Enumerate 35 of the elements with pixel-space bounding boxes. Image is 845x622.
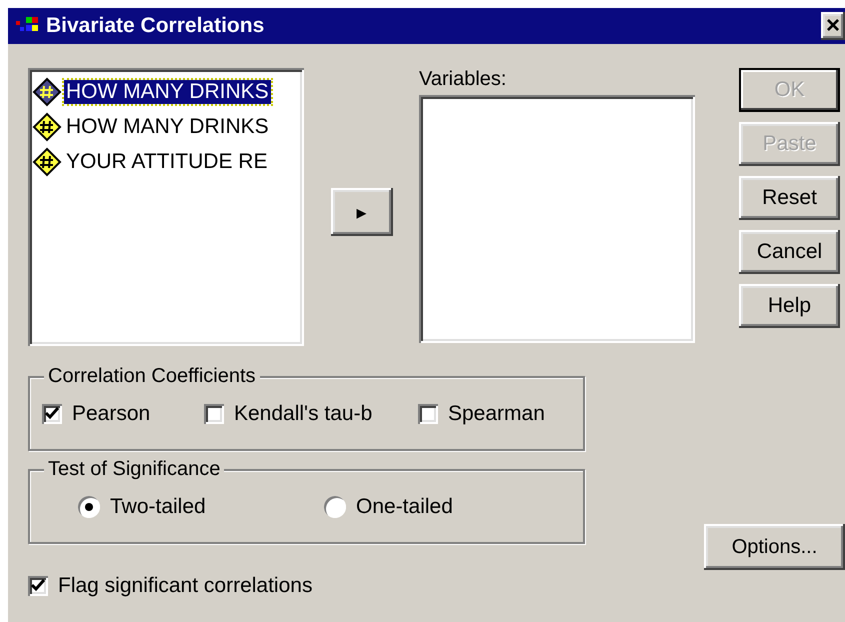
- dialog-button[interactable]: Cancel: [739, 230, 840, 274]
- move-arrow-button[interactable]: ▸: [330, 188, 392, 236]
- option-label: One-tailed: [356, 494, 453, 518]
- radio-option[interactable]: Two-tailed: [78, 494, 324, 518]
- checkbox[interactable]: [42, 404, 62, 424]
- option-label: Kendall's tau-b: [234, 402, 372, 426]
- checkbox-option[interactable]: Flag significant correlations: [28, 574, 585, 598]
- scale-variable-icon: [32, 112, 62, 142]
- variables-label: Variables:: [419, 68, 508, 91]
- variable-item[interactable]: HOW MANY DRINKS: [64, 114, 271, 138]
- dialog-button[interactable]: Reset: [739, 176, 840, 220]
- close-button[interactable]: ×: [821, 12, 845, 40]
- scale-variable-icon: [32, 146, 62, 176]
- options-button[interactable]: Options...: [704, 524, 845, 570]
- variable-item[interactable]: HOW MANY DRINKS: [64, 80, 271, 104]
- scale-variable-icon: [32, 76, 62, 106]
- variables-list[interactable]: [419, 95, 695, 343]
- source-variable-list[interactable]: HOW MANY DRINKS HOW MANY DRINKS YOUR ATTITUDE RE: [28, 68, 304, 346]
- checkbox[interactable]: [418, 404, 438, 424]
- checkbox-option[interactable]: Pearson: [42, 402, 204, 426]
- radio-button[interactable]: [324, 496, 346, 518]
- window-title: Bivariate Correlations: [46, 14, 266, 38]
- checkbox[interactable]: [204, 404, 224, 424]
- variable-item[interactable]: YOUR ATTITUDE RE: [64, 150, 270, 174]
- group-title: Test of Significance: [44, 458, 224, 481]
- checkbox-option[interactable]: Kendall's tau-b: [204, 402, 418, 426]
- checkbox[interactable]: [28, 576, 48, 596]
- option-label: Spearman: [448, 402, 545, 426]
- radio-button[interactable]: [78, 496, 100, 518]
- radio-option[interactable]: One-tailed: [324, 494, 570, 518]
- option-label: Two-tailed: [110, 494, 206, 518]
- option-label: Pearson: [72, 402, 150, 426]
- checkbox-option[interactable]: Spearman: [418, 402, 568, 426]
- option-label: Flag significant correlations: [58, 574, 312, 598]
- dialog-button[interactable]: Help: [739, 284, 840, 328]
